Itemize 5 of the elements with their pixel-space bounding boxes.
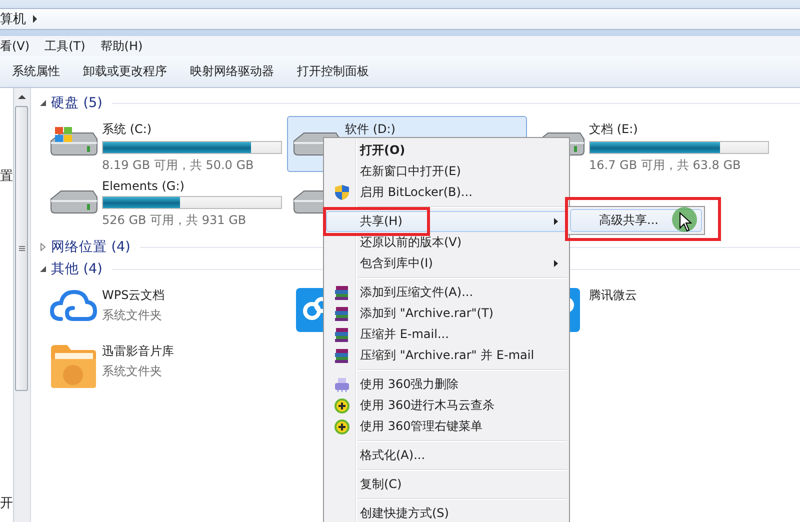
item-info: 系统文件夹: [102, 363, 163, 380]
item-info: 系统文件夹: [102, 307, 163, 324]
item-info: 8.19 GB 可用，共 50.0 GB: [102, 157, 255, 174]
item-info: 16.7 GB 可用，共 63.8 GB: [589, 157, 742, 174]
item-info: 526 GB 可用，共 931 GB: [102, 212, 248, 229]
